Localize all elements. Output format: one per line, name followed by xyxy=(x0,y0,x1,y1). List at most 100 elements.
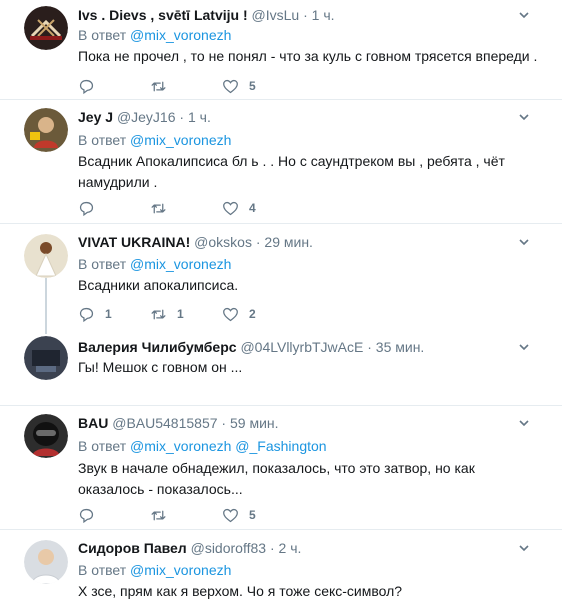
tweet-header: Ivs . Dievs , svētī Latviju ! @IvsLu · 1… xyxy=(78,5,335,25)
chevron-down-icon[interactable] xyxy=(518,111,530,123)
reply-to-link[interactable]: @mix_voronezh xyxy=(130,27,231,43)
separator-dot: · xyxy=(179,109,185,125)
separator-dot: · xyxy=(303,7,308,23)
retweet-button[interactable] xyxy=(150,505,177,525)
reply-context: В ответ @mix_voronezh xyxy=(78,254,231,274)
retweet-button[interactable]: 1 xyxy=(150,304,184,324)
retweet-icon xyxy=(151,510,166,520)
reply-to-link[interactable]: @mix_voronezh xyxy=(130,256,231,272)
like-count: 5 xyxy=(249,79,256,93)
like-button[interactable]: 2 xyxy=(222,304,256,324)
like-icon xyxy=(223,201,238,215)
reply-context: В ответ @mix_voronezh xyxy=(78,130,231,150)
tweet[interactable]: VIVAT UKRAINA! @okskos · 29 мин. В ответ… xyxy=(0,224,562,334)
author-name[interactable]: Ivs . Dievs , svētī Latviju ! xyxy=(78,7,248,23)
reply-context: В ответ @mix_voronezh @_Fashington xyxy=(78,436,327,456)
reply-to-link[interactable]: @mix_voronezh xyxy=(130,438,231,454)
like-icon xyxy=(223,508,238,522)
reply-button[interactable] xyxy=(78,198,105,218)
like-icon xyxy=(223,79,238,93)
avatar[interactable] xyxy=(24,414,68,458)
timestamp[interactable]: 29 мин. xyxy=(264,234,313,250)
tweet-actions: 5 xyxy=(78,76,378,96)
tweet-text: Гы! Мешок с говном он ... xyxy=(78,359,243,375)
author-name[interactable]: BAU xyxy=(78,415,108,431)
separator-dot: · xyxy=(255,234,261,250)
reply-icon xyxy=(79,79,94,94)
reply-count: 1 xyxy=(105,307,112,321)
reply-to-link[interactable]: @mix_voronezh xyxy=(130,562,231,578)
retweet-count: 1 xyxy=(177,307,184,321)
chevron-down-icon[interactable] xyxy=(518,542,530,554)
tweet-header: Jey J @JeyJ16 · 1 ч. xyxy=(78,107,211,127)
timestamp[interactable]: 35 мин. xyxy=(376,339,425,355)
reply-context: В ответ @mix_voronezh xyxy=(78,560,231,580)
replies-feed: Ivs . Dievs , svētī Latviju ! @IvsLu · 1… xyxy=(0,0,562,600)
reply-button[interactable]: 1 xyxy=(78,304,112,324)
reply-button[interactable] xyxy=(78,505,105,525)
timestamp[interactable]: 2 ч. xyxy=(279,540,302,556)
timestamp[interactable]: 1 ч. xyxy=(188,109,211,125)
tweet-text: Х зсе, прям как я верхом. Чо я тоже секс… xyxy=(78,583,403,599)
tweet[interactable]: Jey J @JeyJ16 · 1 ч. В ответ @mix_vorone… xyxy=(0,100,562,224)
reply-icon xyxy=(79,201,94,216)
reply-icon xyxy=(79,307,94,322)
author-name[interactable]: Jey J xyxy=(78,109,113,125)
author-handle[interactable]: @04LVllyrbTJwAcE xyxy=(240,339,363,355)
tweet-text: Пока не прочел , то не понял - что за ку… xyxy=(78,48,538,64)
retweet-icon xyxy=(151,81,166,91)
reply-prefix: В ответ xyxy=(78,562,127,578)
avatar[interactable] xyxy=(24,108,68,152)
reply-to-link-2[interactable]: @_Fashington xyxy=(235,438,326,454)
reply-to-link[interactable]: @mix_voronezh xyxy=(130,132,231,148)
retweet-icon xyxy=(151,309,166,319)
retweet-button[interactable] xyxy=(150,76,177,96)
author-name[interactable]: VIVAT UKRAINA! xyxy=(78,234,190,250)
chevron-down-icon[interactable] xyxy=(518,9,530,21)
separator-dot: · xyxy=(269,540,275,556)
avatar[interactable] xyxy=(24,6,68,50)
reply-icon xyxy=(79,508,94,523)
author-handle[interactable]: @BAU54815857 xyxy=(112,415,217,431)
like-button[interactable]: 5 xyxy=(222,505,256,525)
author-handle[interactable]: @sidoroff83 xyxy=(191,540,266,556)
timestamp[interactable]: 1 ч. xyxy=(312,7,335,23)
tweet-header: Сидоров Павел @sidoroff83 · 2 ч. xyxy=(78,538,301,558)
reply-context: В ответ @mix_voronezh xyxy=(78,25,231,45)
like-count: 5 xyxy=(249,508,256,522)
chevron-down-icon[interactable] xyxy=(518,417,530,429)
reply-button[interactable] xyxy=(78,76,105,96)
timestamp[interactable]: 59 мин. xyxy=(230,415,279,431)
like-icon xyxy=(223,307,238,321)
reply-prefix: В ответ xyxy=(78,27,127,43)
chevron-down-icon[interactable] xyxy=(518,341,530,353)
tweet[interactable]: BAU @BAU54815857 · 59 мин. В ответ @mix_… xyxy=(0,406,562,530)
chevron-down-icon[interactable] xyxy=(518,236,530,248)
author-handle[interactable]: @JeyJ16 xyxy=(117,109,176,125)
tweet-text: Всадники апокалипсиса. xyxy=(78,277,239,293)
tweet[interactable]: Валерия Чилибумберс @04LVllyrbTJwAcE · 3… xyxy=(0,334,562,406)
tweet[interactable]: Ivs . Dievs , svētī Latviju ! @IvsLu · 1… xyxy=(0,0,562,100)
avatar[interactable] xyxy=(24,336,68,380)
tweet[interactable]: Сидоров Павел @sidoroff83 · 2 ч. В ответ… xyxy=(0,530,562,600)
like-count: 2 xyxy=(249,307,256,321)
tweet-header: Валерия Чилибумберс @04LVllyrbTJwAcE · 3… xyxy=(78,337,424,357)
like-count: 4 xyxy=(249,201,256,215)
author-name[interactable]: Валерия Чилибумберс xyxy=(78,339,237,355)
author-handle[interactable]: @IvsLu xyxy=(252,7,300,23)
separator-dot: · xyxy=(367,339,372,355)
like-button[interactable]: 4 xyxy=(222,198,256,218)
retweet-icon xyxy=(151,203,166,213)
reply-prefix: В ответ xyxy=(78,256,127,272)
retweet-button[interactable] xyxy=(150,198,177,218)
tweet-actions: 4 xyxy=(78,198,378,218)
avatar[interactable] xyxy=(24,234,68,278)
author-name[interactable]: Сидоров Павел xyxy=(78,540,187,556)
tweet-text: Звук в начале обнадежил, показалось, что… xyxy=(78,460,475,497)
avatar[interactable] xyxy=(24,540,68,584)
author-handle[interactable]: @okskos xyxy=(194,234,252,250)
tweet-header: BAU @BAU54815857 · 59 мин. xyxy=(78,413,279,433)
like-button[interactable]: 5 xyxy=(222,76,256,96)
tweet-text: Всадник Апокалипсиса бл ь . . Но с саунд… xyxy=(78,153,505,190)
reply-prefix: В ответ xyxy=(78,132,127,148)
